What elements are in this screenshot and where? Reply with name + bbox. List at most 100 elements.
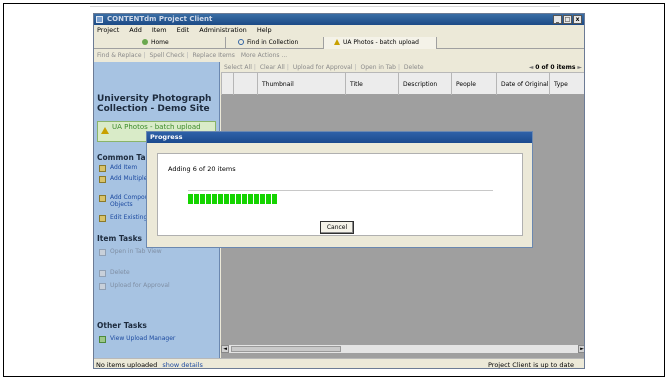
- cmd-separator: |: [253, 64, 256, 71]
- collection-title: University Photograph Collection - Demo …: [97, 94, 212, 114]
- maximize-button[interactable]: □: [563, 15, 572, 24]
- dialog-body: Adding 6 of 20 items Cancel: [157, 153, 523, 236]
- select-all-command[interactable]: Select All: [224, 64, 252, 71]
- cmd-separator: |: [354, 64, 357, 71]
- open-in-tab-command[interactable]: Open in Tab: [360, 64, 395, 71]
- nav-tabs: Home Find in Collection UA Photos - batc…: [94, 37, 584, 49]
- delete-task[interactable]: Delete: [97, 269, 177, 277]
- menu-help[interactable]: Help: [257, 25, 272, 36]
- close-button[interactable]: x: [573, 15, 582, 24]
- other-tasks-heading: Other Tasks: [97, 321, 147, 330]
- progress-segment: [266, 194, 271, 204]
- menu-administration[interactable]: Administration: [199, 25, 247, 36]
- progress-segment: [188, 194, 193, 204]
- status-bar: No items uploaded show details Project C…: [94, 358, 584, 369]
- progress-segment: [272, 194, 277, 204]
- upload-approval-command[interactable]: Upload for Approval: [293, 64, 353, 71]
- progress-segment: [254, 194, 259, 204]
- upload-manager-icon: [99, 336, 106, 343]
- edit-items-icon: [99, 215, 106, 222]
- horizontal-scrollbar[interactable]: ◄ ►: [221, 344, 584, 353]
- pager-prev-button[interactable]: ◄: [529, 64, 534, 71]
- batch-upload-label: UA Photos - batch upload: [112, 123, 201, 131]
- search-icon: [238, 39, 244, 45]
- menu-item[interactable]: Item: [152, 25, 167, 36]
- tab-home-label: Home: [151, 39, 169, 46]
- tab-home[interactable]: Home: [94, 37, 226, 49]
- upload-manager-label: View Upload Manager: [110, 335, 176, 342]
- command-bar: Find & Replace | Spell Check | Replace Ite…: [94, 50, 584, 61]
- progress-bar: [188, 194, 280, 204]
- add-item-icon: [99, 165, 106, 172]
- pager: ◄ 0 of 0 items ►: [529, 62, 582, 73]
- progress-segment: [260, 194, 265, 204]
- progress-segment: [212, 194, 217, 204]
- upload-for-approval-task[interactable]: Upload for Approval: [97, 282, 177, 290]
- tab-find-in-collection[interactable]: Find in Collection: [226, 37, 324, 49]
- column-header-title[interactable]: Title: [345, 73, 398, 95]
- status-text: No items uploaded: [96, 361, 158, 369]
- dialog-title[interactable]: Progress: [147, 132, 532, 143]
- pager-count: 0 of 0 items: [535, 64, 576, 71]
- progress-segment: [194, 194, 199, 204]
- grid-header: Thumbnail Title Description People Date …: [221, 73, 584, 95]
- progress-segment: [206, 194, 211, 204]
- warning-icon: [334, 39, 340, 45]
- flag-column-header[interactable]: [233, 73, 257, 95]
- item-tasks-heading: Item Tasks: [97, 234, 143, 243]
- clear-all-command[interactable]: Clear All: [260, 64, 285, 71]
- menu-add[interactable]: Add: [129, 25, 142, 36]
- show-details-link[interactable]: show details: [162, 361, 203, 368]
- open-in-tab-view-task[interactable]: Open in Tab View: [97, 248, 177, 256]
- progress-segment: [230, 194, 235, 204]
- scroll-thumb[interactable]: [231, 346, 341, 352]
- cmd-separator: |: [186, 52, 189, 59]
- find-replace-command[interactable]: Find & Replace: [97, 52, 142, 59]
- upload-approval-label: Upload for Approval: [110, 282, 170, 289]
- progress-segment: [236, 194, 241, 204]
- column-header-type[interactable]: Type: [549, 73, 584, 95]
- window-title: CONTENTdm Project Client: [107, 15, 213, 23]
- progress-message: Adding 6 of 20 items: [168, 165, 236, 173]
- pager-next-button[interactable]: ►: [577, 64, 582, 71]
- column-header-people[interactable]: People: [451, 73, 496, 95]
- scroll-right-button[interactable]: ►: [578, 345, 584, 353]
- progress-segment: [224, 194, 229, 204]
- delete-label: Delete: [110, 269, 130, 276]
- add-compound-icon: [99, 195, 106, 202]
- scroll-left-button[interactable]: ◄: [221, 345, 229, 353]
- column-header-thumbnail[interactable]: Thumbnail: [257, 73, 345, 95]
- delete-icon: [99, 270, 106, 277]
- tab-batch-label: UA Photos - batch upload: [343, 39, 419, 46]
- open-tab-label: Open in Tab View: [110, 248, 162, 255]
- cmd-separator: |: [286, 64, 289, 71]
- add-item-label: Add Item: [110, 164, 138, 171]
- column-header-date[interactable]: Date of Original: [496, 73, 549, 95]
- update-status: Project Client is up to date: [487, 361, 574, 369]
- open-tab-icon: [99, 249, 106, 256]
- progress-segment: [242, 194, 247, 204]
- column-header-description[interactable]: Description: [398, 73, 451, 95]
- tab-find-label: Find in Collection: [247, 39, 299, 46]
- background-divider: [90, 6, 560, 7]
- menu-edit[interactable]: Edit: [177, 25, 190, 36]
- view-upload-manager-task[interactable]: View Upload Manager: [97, 335, 177, 343]
- delete-command[interactable]: Delete: [404, 64, 424, 71]
- select-column-header[interactable]: [221, 73, 233, 95]
- progress-segment: [200, 194, 205, 204]
- cmd-separator: |: [397, 64, 400, 71]
- warning-icon: [101, 127, 109, 134]
- menu-project[interactable]: Project: [97, 25, 119, 36]
- window-titlebar[interactable]: CONTENTdm Project Client _ □ x: [94, 14, 584, 25]
- cancel-button[interactable]: Cancel: [320, 221, 354, 234]
- spell-check-command[interactable]: Spell Check: [149, 52, 184, 59]
- tab-batch-upload[interactable]: UA Photos - batch upload: [324, 37, 437, 49]
- minimize-button[interactable]: _: [553, 15, 562, 24]
- progress-segment: [218, 194, 223, 204]
- upload-approval-icon: [99, 283, 106, 290]
- more-actions-command[interactable]: More Actions ...: [241, 52, 287, 59]
- replace-items-command[interactable]: Replace Items: [192, 52, 234, 59]
- home-icon: [142, 39, 148, 45]
- progress-dialog: Progress Adding 6 of 20 items Cancel: [146, 131, 533, 248]
- cmd-separator: [237, 52, 239, 59]
